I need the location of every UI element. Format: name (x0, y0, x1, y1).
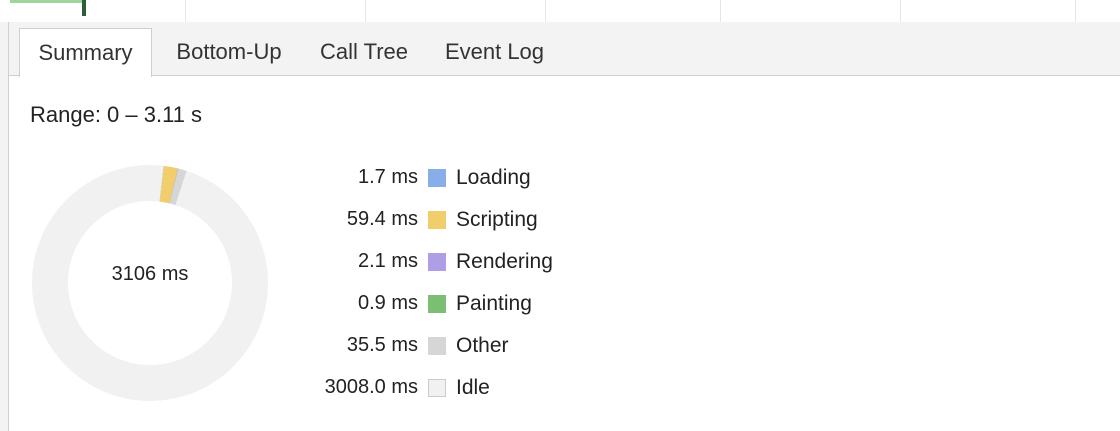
tab-bottom-up[interactable]: Bottom-Up (159, 28, 299, 75)
tab-summary[interactable]: Summary (19, 28, 152, 77)
legend-label: Rendering (456, 250, 553, 273)
tab-event-log[interactable]: Event Log (427, 28, 562, 75)
legend-label: Scripting (456, 208, 538, 231)
legend-value: 59.4 ms (346, 208, 418, 230)
details-tab-bar: Summary Bottom-Up Call Tree Event Log (9, 22, 1120, 77)
legend-swatch-other (428, 337, 446, 355)
legend-row-loading: 1.7 ms Loading (270, 166, 610, 206)
legend-value: 35.5 ms (346, 334, 418, 356)
legend-label: Painting (456, 292, 532, 315)
legend-swatch-scripting (428, 211, 446, 229)
timeline-gridline (185, 0, 186, 22)
legend-row-painting: 0.9 ms Painting (270, 292, 610, 332)
legend-label: Other (456, 334, 509, 357)
legend-value: 1.7 ms (357, 166, 418, 188)
legend-swatch-painting (428, 295, 446, 313)
legend-swatch-idle (428, 379, 446, 397)
legend-row-idle: 3008.0 ms Idle (270, 376, 610, 416)
donut-total-label: 3106 ms (111, 263, 189, 285)
timeline-gridline (545, 0, 546, 22)
legend-row-rendering: 2.1 ms Rendering (270, 250, 610, 290)
timeline-activity-marker (10, 0, 82, 3)
legend-swatch-rendering (428, 253, 446, 271)
legend-value: 2.1 ms (357, 250, 418, 272)
panel-left-edge (0, 22, 9, 431)
legend-row-other: 35.5 ms Other (270, 334, 610, 374)
timeline-gridline (1075, 0, 1076, 22)
legend-label: Loading (456, 166, 531, 189)
legend-row-scripting: 59.4 ms Scripting (270, 208, 610, 248)
timeline-gridline (900, 0, 901, 22)
legend-label: Idle (456, 376, 490, 399)
range-label: Range: 0 – 3.11 s (30, 102, 203, 127)
timeline-gridline (720, 0, 721, 22)
timeline-overview-strip (0, 0, 1120, 23)
tab-call-tree[interactable]: Call Tree (304, 28, 424, 75)
legend-value: 0.9 ms (357, 292, 418, 314)
legend-swatch-loading (428, 169, 446, 187)
legend-value: 3008.0 ms (324, 376, 418, 398)
timeline-cursor-marker (82, 0, 86, 16)
timeline-gridline (365, 0, 366, 22)
